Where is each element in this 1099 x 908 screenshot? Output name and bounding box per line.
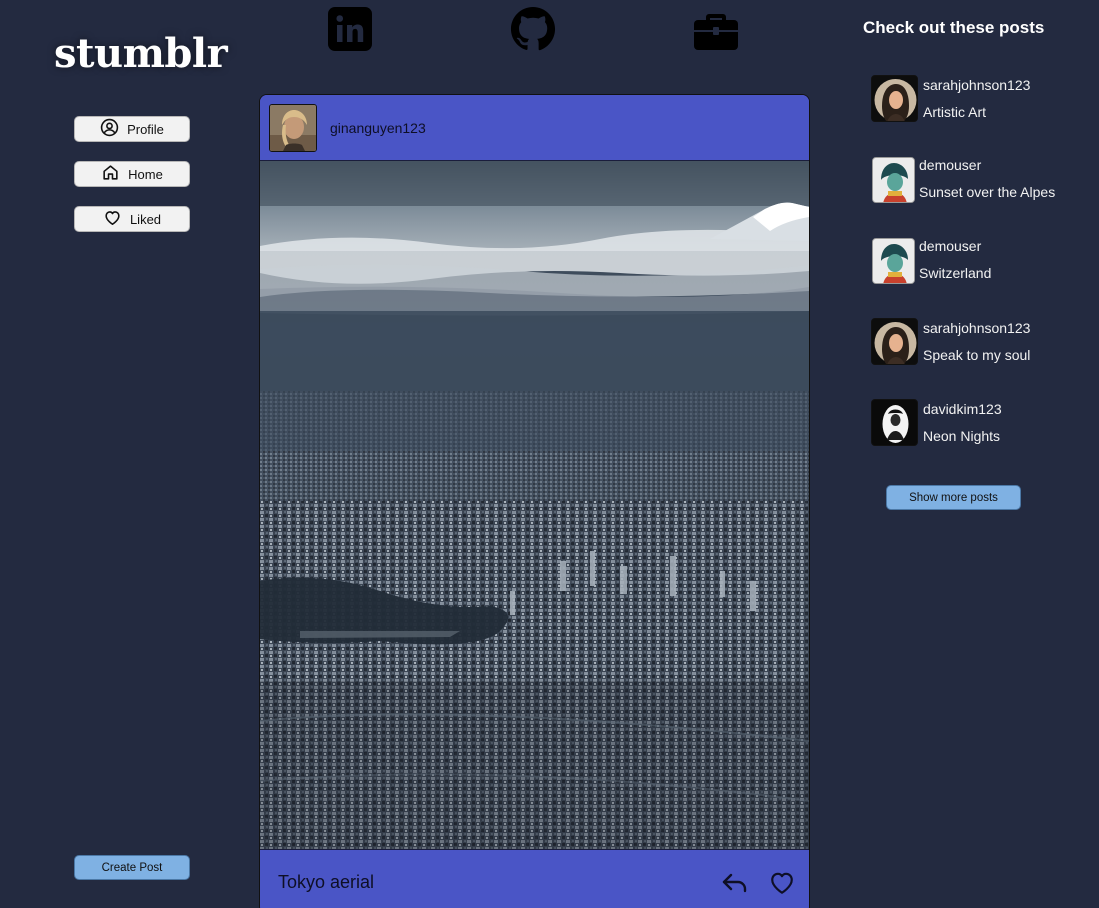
post-caption: Tokyo aerial — [278, 872, 375, 892]
suggested-post-user: sarahjohnson123 — [923, 77, 1031, 93]
avatar — [871, 75, 918, 122]
avatar — [871, 399, 918, 446]
post-username[interactable]: ginanguyen123 — [330, 120, 426, 136]
nav-liked-button[interactable]: Liked — [74, 206, 190, 232]
briefcase-icon — [693, 6, 739, 57]
nav-home-label: Home — [128, 166, 163, 182]
post-header: ginanguyen123 — [260, 95, 809, 161]
nav-profile-label: Profile — [127, 121, 164, 137]
suggested-post-title: Artistic Art — [923, 104, 987, 120]
suggested-post-title: Speak to my soul — [923, 347, 1031, 363]
nav-liked-label: Liked — [129, 211, 162, 227]
avatar — [872, 157, 915, 203]
show-more-posts-button[interactable]: Show more posts — [886, 485, 1021, 510]
suggested-post-title: Switzerland — [919, 265, 992, 281]
portfolio-link[interactable] — [693, 8, 739, 54]
avatar — [872, 238, 915, 284]
like-heart-icon[interactable] — [767, 868, 797, 898]
linkedin-link[interactable] — [327, 6, 373, 57]
reply-icon[interactable] — [720, 868, 750, 898]
github-link[interactable] — [510, 6, 556, 57]
post-image — [260, 161, 809, 849]
suggested-post-user: demouser — [919, 157, 982, 173]
post-card: ginanguyen123 Tokyo aerial — [259, 94, 810, 908]
suggested-posts-title: Check out these posts — [863, 18, 1045, 37]
nav-home-button[interactable]: Home — [74, 161, 190, 187]
suggested-post-title: Neon Nights — [923, 428, 1001, 444]
github-icon — [510, 6, 556, 57]
suggested-post-user: sarahjohnson123 — [923, 320, 1031, 336]
suggested-post-user: demouser — [919, 238, 982, 254]
create-post-button[interactable]: Create Post — [74, 855, 190, 880]
suggested-post-title: Sunset over the Alpes — [919, 184, 1056, 200]
avatar — [871, 318, 918, 365]
heart-icon — [103, 208, 122, 230]
post-avatar[interactable] — [269, 103, 317, 152]
nav-profile-button[interactable]: Profile — [74, 116, 190, 142]
post-footer: Tokyo aerial — [260, 849, 809, 908]
suggested-post-user: davidkim123 — [923, 401, 1002, 417]
page: stumblr Profile Home Liked Create Post g… — [0, 0, 1099, 908]
user-circle-icon — [100, 118, 119, 140]
home-icon — [101, 163, 120, 185]
app-logo[interactable]: stumblr — [54, 30, 228, 77]
linkedin-icon — [327, 6, 373, 57]
